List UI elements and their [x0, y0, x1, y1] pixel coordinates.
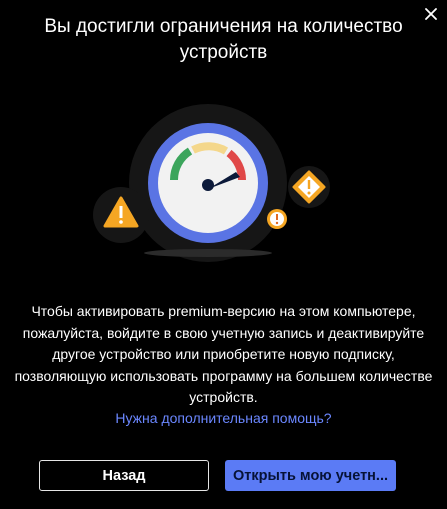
speedometer-icon — [148, 123, 268, 243]
warning-triangle-icon — [93, 187, 149, 243]
dialog-description: Чтобы активировать premium-версию на это… — [14, 303, 433, 405]
close-button[interactable] — [421, 4, 441, 24]
device-limit-illustration — [93, 104, 330, 262]
dialog-title: Вы достигли ограничения на количество ус… — [44, 16, 403, 63]
close-icon — [425, 8, 437, 20]
exclamation-circle-icon — [267, 209, 287, 229]
help-link[interactable]: Нужна дополнительная помощь? — [0, 410, 447, 426]
open-account-button-label: Открыть мою учетн... — [232, 467, 389, 484]
back-button[interactable]: Назад — [39, 460, 209, 491]
warning-diamond-icon — [288, 166, 330, 208]
open-account-button[interactable]: Открыть мою учетн... — [225, 460, 396, 491]
